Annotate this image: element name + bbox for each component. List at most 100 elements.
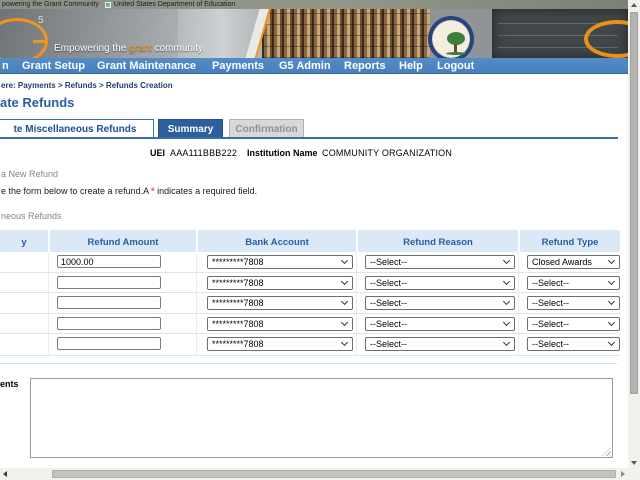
window-title-bar: powering the Grant Community United Stat… (0, 0, 628, 9)
banner-tagline: Empowering the grant community. (54, 43, 205, 54)
table-column-separator (518, 252, 519, 355)
g5-logo-crossbar (33, 40, 48, 43)
refund-amount-input-1[interactable] (57, 255, 161, 268)
table-column-separator (196, 252, 197, 355)
nav-item-help[interactable]: Help (399, 60, 423, 72)
col-header-refund-type: Refund Type (520, 230, 620, 252)
chevron-down-icon (503, 298, 510, 305)
nav-item-reports[interactable]: Reports (344, 60, 386, 72)
col-header-cut: y (0, 230, 48, 252)
table-row-separator (0, 355, 620, 356)
bank-account-select-3[interactable]: *********7808 (207, 296, 353, 310)
g5-application-window: powering the Grant Community United Stat… (0, 0, 640, 480)
comments-label: ents (0, 379, 19, 389)
refund-reason-select-3[interactable]: --Select-- (365, 296, 515, 310)
refund-type-select-5[interactable]: --Select-- (527, 337, 620, 351)
table-row-separator (0, 333, 620, 334)
miscellaneous-refunds-heading: neous Refunds (1, 211, 62, 221)
refund-amount-input-3[interactable] (57, 296, 161, 309)
comments-textarea[interactable] (30, 378, 613, 458)
nav-item-grant-maintenance[interactable]: Grant Maintenance (97, 60, 196, 72)
nav-item-grant-setup[interactable]: Grant Setup (22, 60, 85, 72)
nav-item-payments[interactable]: Payments (212, 60, 264, 72)
horizontal-scrollbar-thumb[interactable] (52, 470, 616, 478)
scroll-up-arrow-icon[interactable] (631, 3, 637, 7)
vertical-scrollbar-thumb[interactable] (630, 12, 638, 394)
refund-reason-select-2[interactable]: --Select-- (365, 276, 515, 290)
table-row-separator (0, 272, 620, 273)
tagline-accent: grant (129, 43, 152, 54)
bank-account-select-5[interactable]: *********7808 (207, 337, 353, 351)
chevron-down-icon (608, 278, 615, 285)
bank-account-select-4[interactable]: *********7808 (207, 317, 353, 331)
refund-amount-input-4[interactable] (57, 317, 161, 330)
department-of-education-seal-icon (428, 16, 474, 58)
institution-info-row: UEI AAA111BBB222 Institution Name COMMUN… (0, 148, 620, 160)
tagline-pre: Empowering the (54, 43, 129, 54)
institution-name-label: Institution Name (247, 148, 318, 158)
table-row-separator (0, 292, 620, 293)
chevron-down-icon (503, 339, 510, 346)
institution-name-value: COMMUNITY ORGANIZATION (322, 148, 452, 158)
refund-type-select-4[interactable]: --Select-- (527, 317, 620, 331)
uei-value: AAA111BBB222 (170, 148, 237, 158)
refund-amount-input-2[interactable] (57, 276, 161, 289)
instructions-post: indicates a required field. (155, 186, 258, 196)
form-instructions: e the form below to create a refund.A * … (1, 186, 257, 196)
chevron-down-icon (608, 257, 615, 264)
nav-item-fragment[interactable]: n (2, 60, 9, 72)
refund-type-select-3[interactable]: --Select-- (527, 296, 620, 310)
table-column-separator (48, 252, 49, 355)
horizontal-scrollbar[interactable] (0, 468, 628, 480)
nav-item-g5-admin[interactable]: G5 Admin (279, 60, 331, 72)
tab-summary[interactable]: Summary (158, 119, 223, 137)
refund-reason-select-5[interactable]: --Select-- (365, 337, 515, 351)
chevron-down-icon (608, 339, 615, 346)
table-row-separator (0, 313, 620, 314)
chevron-down-icon (608, 298, 615, 305)
chevron-down-icon (503, 257, 510, 264)
chevron-down-icon (341, 257, 348, 264)
chevron-down-icon (503, 319, 510, 326)
g5-banner: 5 Empowering the grant community. (0, 9, 628, 58)
title-bar-right-text: United States Department of Education (114, 1, 235, 8)
favicon-icon (105, 2, 111, 8)
refund-amount-input-5[interactable] (57, 337, 161, 350)
chevron-down-icon (341, 298, 348, 305)
g5-logo-five: 5 (38, 15, 44, 26)
instructions-pre: e the form below to create a refund.A (1, 186, 151, 196)
refund-reason-select-4[interactable]: --Select-- (365, 317, 515, 331)
bank-account-select-2[interactable]: *********7808 (207, 276, 353, 290)
scrollbar-corner (628, 468, 640, 480)
tab-create-miscellaneous-refunds[interactable]: te Miscellaneous Refunds (0, 119, 154, 137)
col-header-refund-amount: Refund Amount (50, 230, 196, 252)
chevron-down-icon (341, 339, 348, 346)
create-new-refund-heading: a New Refund (1, 169, 58, 179)
chevron-down-icon (341, 278, 348, 285)
uei-label: UEI (150, 148, 165, 158)
main-nav-bar: n Grant Setup Grant Maintenance Payments… (0, 58, 640, 74)
nav-item-logout[interactable]: Logout (437, 60, 474, 72)
chevron-down-icon (503, 278, 510, 285)
page-title: ate Refunds (0, 95, 74, 110)
tab-underline (0, 137, 618, 139)
vertical-scrollbar[interactable] (628, 0, 640, 468)
refund-type-select-1[interactable]: Closed Awards (527, 255, 620, 269)
tagline-post: community. (152, 43, 205, 54)
col-header-bank-account: Bank Account (198, 230, 356, 252)
scroll-left-arrow-icon[interactable] (3, 471, 7, 477)
scroll-down-arrow-icon[interactable] (631, 461, 637, 465)
scroll-right-arrow-icon[interactable] (621, 471, 625, 477)
refund-reason-select-1[interactable]: --Select-- (365, 255, 515, 269)
bank-account-select-1[interactable]: *********7808 (207, 255, 353, 269)
breadcrumb: ere: Payments > Refunds > Refunds Creati… (1, 81, 173, 90)
title-bar-left-text: powering the Grant Community (2, 1, 99, 8)
bookshelf-image (262, 9, 430, 58)
chevron-down-icon (341, 319, 348, 326)
section-divider (0, 363, 617, 364)
comments-field-wrap (30, 378, 613, 458)
table-column-separator (356, 252, 357, 355)
refund-type-select-2[interactable]: --Select-- (527, 276, 620, 290)
chevron-down-icon (608, 319, 615, 326)
tab-confirmation: Confirmation (229, 119, 304, 137)
